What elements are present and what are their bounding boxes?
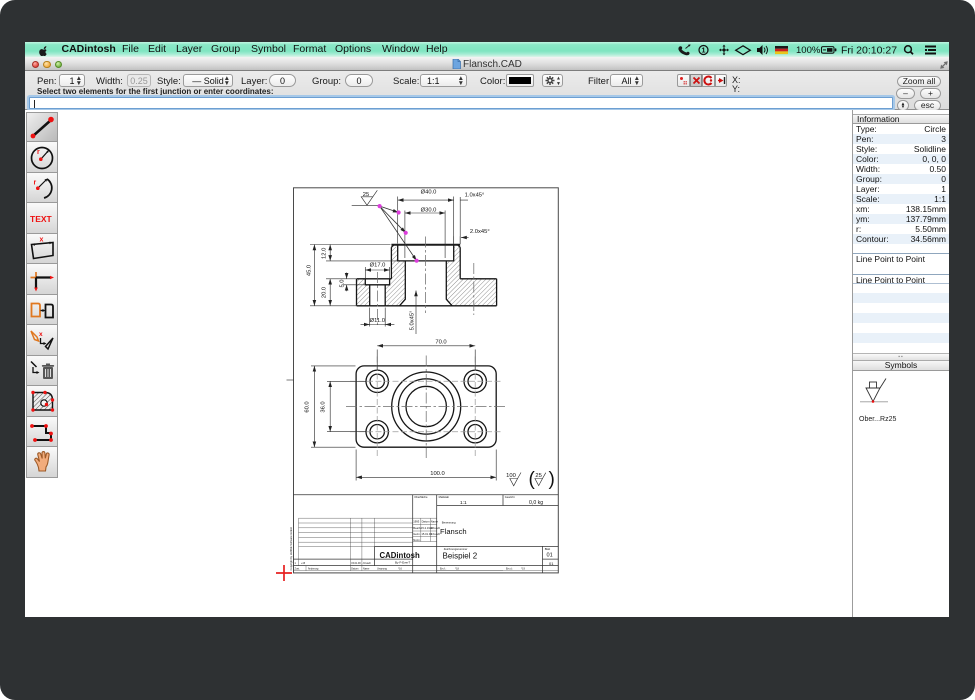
svg-text:70.0: 70.0 bbox=[435, 340, 446, 346]
svg-text:J.Kusch: J.Kusch bbox=[431, 532, 441, 536]
svg-text:J.Kusch: J.Kusch bbox=[363, 562, 372, 565]
svg-text:15.01.93: 15.01.93 bbox=[351, 562, 361, 565]
svg-text:Gezn.: Gezn. bbox=[413, 532, 420, 536]
svg-text:5.0: 5.0 bbox=[339, 279, 345, 287]
svg-text:r: r bbox=[34, 179, 37, 186]
svg-text:Beispiel 2: Beispiel 2 bbox=[443, 551, 478, 560]
svg-text:Datum: Datum bbox=[351, 568, 358, 571]
svg-text:Ø30.0: Ø30.0 bbox=[421, 208, 437, 214]
svg-text:▼: ▼ bbox=[556, 81, 561, 86]
svg-text:Benennung: Benennung bbox=[442, 520, 456, 524]
svg-text:Gewicht: Gewicht bbox=[505, 495, 515, 499]
svg-text:Name: Name bbox=[431, 520, 439, 524]
svg-text:r: r bbox=[37, 149, 40, 156]
svg-text:x: x bbox=[39, 331, 43, 338]
svg-text:1: 1 bbox=[701, 46, 705, 55]
svg-text:36.0: 36.0 bbox=[320, 401, 326, 412]
svg-text:12.0: 12.0 bbox=[322, 248, 328, 259]
svg-text:20.0: 20.0 bbox=[322, 287, 328, 298]
svg-text:60.0: 60.0 bbox=[304, 401, 310, 412]
svg-text:01: 01 bbox=[549, 561, 554, 566]
svg-text:): ) bbox=[549, 469, 555, 490]
svg-text:45.0: 45.0 bbox=[307, 265, 313, 276]
svg-text:Datum: Datum bbox=[422, 520, 431, 524]
svg-text:1.0x45°: 1.0x45° bbox=[465, 193, 485, 199]
svg-text:Änderung: Änderung bbox=[308, 568, 319, 571]
svg-text:Ø40.0: Ø40.0 bbox=[421, 190, 437, 196]
svg-text:25: 25 bbox=[535, 473, 541, 479]
svg-text:100.0: 100.0 bbox=[430, 471, 445, 477]
svg-text:Fri 20:10:27: Fri 20:10:27 bbox=[841, 45, 897, 57]
svg-text:Blatt: Blatt bbox=[545, 547, 551, 551]
svg-text:CADintosh: CADintosh bbox=[380, 551, 421, 560]
svg-text:100: 100 bbox=[506, 473, 516, 479]
svg-text:Oberfläche: Oberfläche bbox=[414, 495, 428, 499]
svg-text:Zust.: Zust. bbox=[295, 568, 301, 571]
svg-text:Ø17.0: Ø17.0 bbox=[370, 262, 386, 268]
svg-text:01: 01 bbox=[547, 553, 553, 559]
svg-text:Ers.f.:: Ers.f.: bbox=[440, 568, 447, 571]
svg-text:Copyright by LEMKE Software Gm: Copyright by LEMKE Software GmbH bbox=[289, 527, 293, 570]
svg-text:+15: +15 bbox=[301, 562, 306, 565]
svg-text:1993: 1993 bbox=[413, 520, 419, 524]
svg-text:Name: Name bbox=[363, 568, 370, 571]
svg-text:100%: 100% bbox=[796, 45, 821, 56]
svg-text:Ø11.0: Ø11.0 bbox=[370, 318, 385, 324]
svg-text:5.0x45°: 5.0x45° bbox=[410, 311, 416, 331]
svg-text:Maßstab: Maßstab bbox=[439, 495, 450, 499]
svg-text:Ursprung: Ursprung bbox=[377, 568, 388, 571]
svg-text:Flansch: Flansch bbox=[440, 527, 467, 536]
svg-text:x: x bbox=[40, 236, 44, 243]
svg-text:By F-EverT: By F-EverT bbox=[395, 560, 410, 564]
svg-text:Norm.: Norm. bbox=[413, 538, 421, 542]
svg-text:J.Kusch: J.Kusch bbox=[431, 526, 441, 530]
svg-text:2.0x45°: 2.0x45° bbox=[470, 229, 490, 235]
svg-text:Ers.d.:: Ers.d.: bbox=[506, 568, 513, 571]
svg-text:TEXT: TEXT bbox=[30, 214, 53, 224]
svg-text:1:1: 1:1 bbox=[460, 500, 467, 506]
svg-text:0,0 kg: 0,0 kg bbox=[529, 500, 543, 506]
